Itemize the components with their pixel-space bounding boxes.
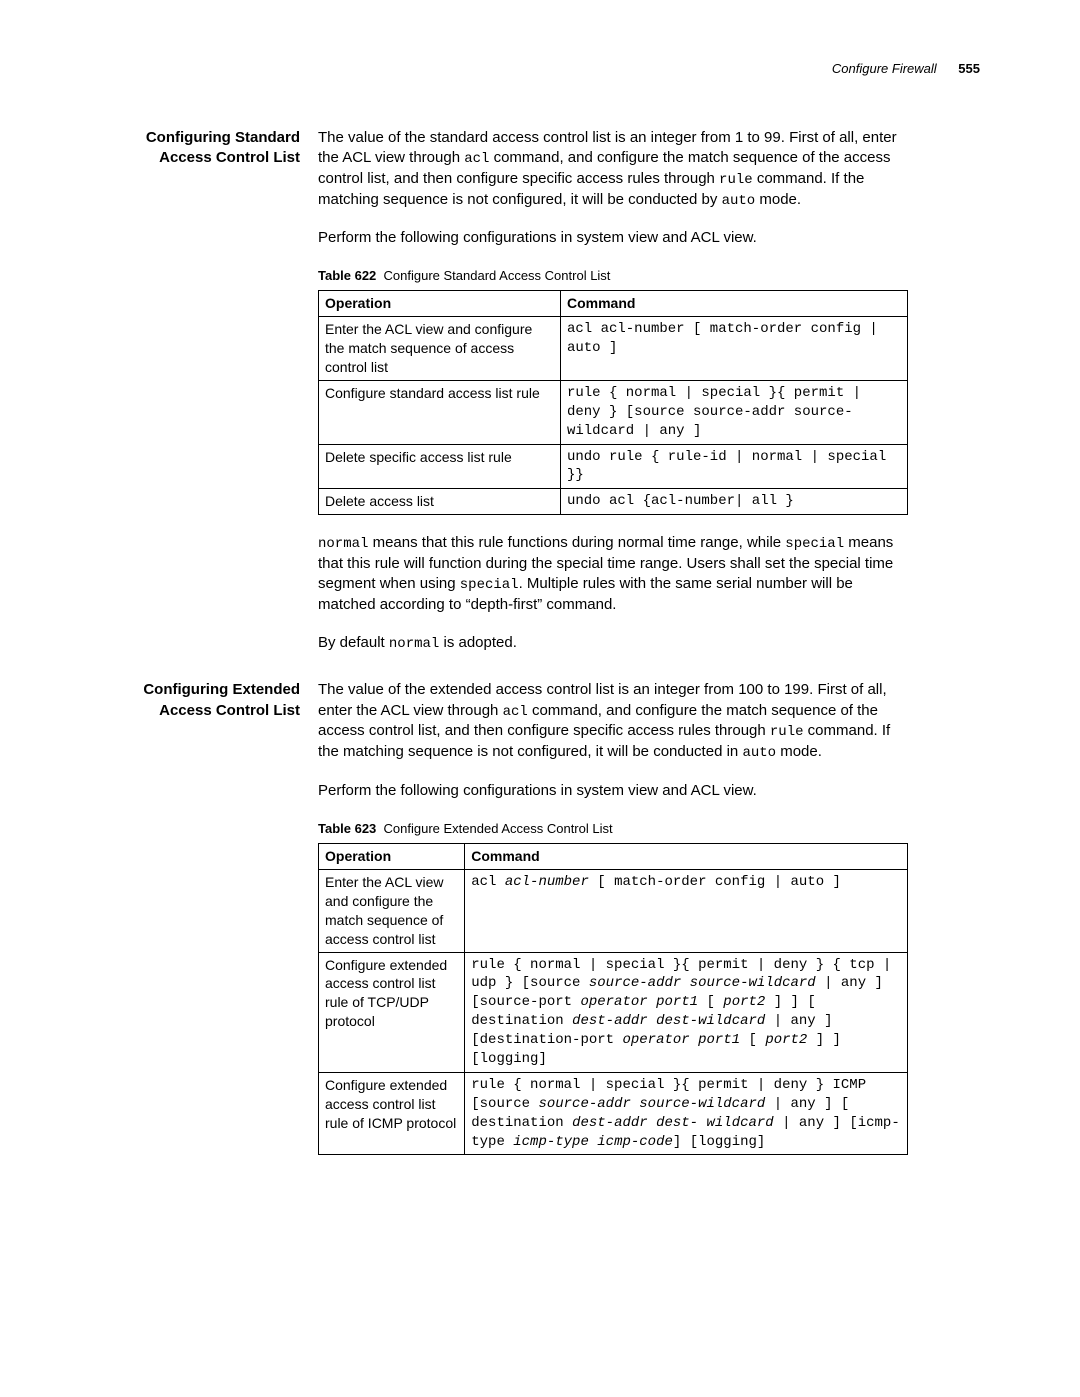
config-table: OperationCommandEnter the ACL view and c… [318, 843, 908, 1155]
table-row: Configure standard access list rulerule … [319, 380, 908, 444]
command-cell: undo rule { rule-id | normal | special }… [560, 444, 907, 489]
table-header-cell: Operation [319, 844, 465, 870]
section-heading: Configuring Extended Access Control List [110, 680, 318, 721]
table-header-cell: Operation [319, 291, 561, 317]
table-row: Delete access listundo acl {acl-number| … [319, 489, 908, 515]
table-row: Enter the ACL view and configure the mat… [319, 317, 908, 381]
paragraph: The value of the standard access control… [318, 128, 908, 211]
table-row: Delete specific access list ruleundo rul… [319, 444, 908, 489]
table-caption: Table 622 Configure Standard Access Cont… [318, 267, 908, 285]
command-cell: undo acl {acl-number| all } [560, 489, 907, 515]
paragraph: Perform the following configurations in … [318, 781, 908, 801]
table-header-cell: Command [560, 291, 907, 317]
paragraph: By default normal is adopted. [318, 633, 908, 654]
table-row: Configure extended access control list r… [319, 1072, 908, 1155]
table-header-cell: Command [465, 844, 908, 870]
operation-cell: Delete access list [319, 489, 561, 515]
section-heading: Configuring Standard Access Control List [110, 128, 318, 169]
operation-cell: Delete specific access list rule [319, 444, 561, 489]
paragraph: The value of the extended access control… [318, 680, 908, 763]
operation-cell: Configure extended access control list r… [319, 1072, 465, 1155]
paragraph: normal means that this rule functions du… [318, 533, 908, 615]
operation-cell: Configure extended access control list r… [319, 952, 465, 1072]
section: Configuring Standard Access Control List… [110, 128, 980, 673]
command-cell: rule { normal | special }{ permit | deny… [465, 952, 908, 1072]
operation-cell: Enter the ACL view and configure the mat… [319, 317, 561, 381]
table-caption: Table 623 Configure Extended Access Cont… [318, 820, 908, 838]
table-row: Enter the ACL view and configure the mat… [319, 869, 908, 952]
paragraph: Perform the following configurations in … [318, 228, 908, 248]
command-cell: acl acl-number [ match-order config | au… [465, 869, 908, 952]
section-body: The value of the standard access control… [318, 128, 908, 673]
operation-cell: Configure standard access list rule [319, 380, 561, 444]
header-title: Configure Firewall [832, 61, 937, 76]
page-header: Configure Firewall 555 [110, 60, 980, 78]
table-row: Configure extended access control list r… [319, 952, 908, 1072]
command-cell: rule { normal | special }{ permit | deny… [465, 1072, 908, 1155]
section: Configuring Extended Access Control List… [110, 680, 980, 1173]
header-page-number: 555 [958, 61, 980, 76]
command-cell: acl acl-number [ match-order config | au… [560, 317, 907, 381]
config-table: OperationCommandEnter the ACL view and c… [318, 290, 908, 515]
section-body: The value of the extended access control… [318, 680, 908, 1173]
command-cell: rule { normal | special }{ permit | deny… [560, 380, 907, 444]
operation-cell: Enter the ACL view and configure the mat… [319, 869, 465, 952]
